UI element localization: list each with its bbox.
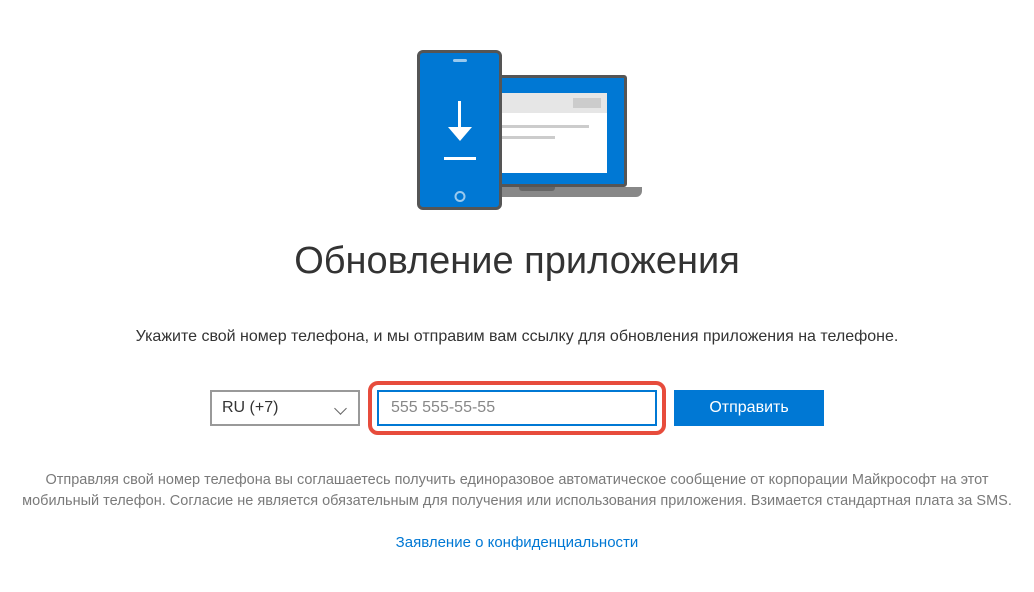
- chevron-down-icon: [336, 402, 348, 414]
- phone-form-row: RU (+7) Отправить: [210, 381, 824, 435]
- illustration-app-update: [377, 50, 657, 210]
- instruction-text: Укажите свой номер телефона, и мы отправ…: [136, 328, 899, 346]
- phone-input[interactable]: [377, 390, 657, 426]
- phone-graphic: [417, 50, 502, 210]
- country-code-select[interactable]: RU (+7): [210, 390, 360, 426]
- phone-input-highlight: [368, 381, 666, 435]
- page-title: Обновление приложения: [294, 240, 740, 283]
- privacy-link[interactable]: Заявление о конфиденциальности: [396, 534, 639, 551]
- disclaimer-text: Отправляя свой номер телефона вы соглаша…: [12, 470, 1022, 512]
- country-code-value: RU (+7): [222, 399, 278, 417]
- submit-button[interactable]: Отправить: [674, 390, 824, 426]
- download-icon: [444, 101, 476, 160]
